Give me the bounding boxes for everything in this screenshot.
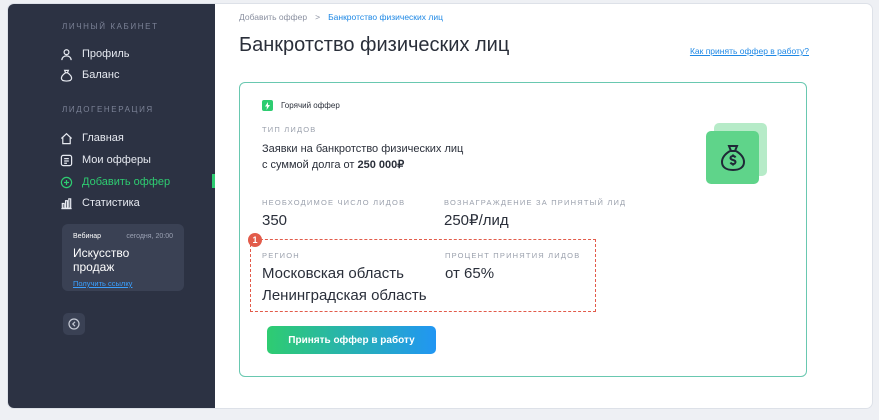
lead-type-label: ТИП ЛИДОВ xyxy=(262,125,317,134)
user-icon xyxy=(61,48,72,60)
webinar-tag: Вебинар xyxy=(73,233,102,240)
lead-type-prefix: с суммой долга от xyxy=(262,159,358,171)
annotation-badge: 1 xyxy=(248,233,262,247)
app-window: ЛИЧНЫЙ КАБИНЕТ Профиль Баланс ЛИДОГЕНЕРА… xyxy=(8,4,872,408)
sidebar-item-balance[interactable]: Баланс xyxy=(60,67,119,83)
home-icon xyxy=(60,132,73,144)
sidebar-item-label: Статистика xyxy=(82,197,140,209)
lead-type-line-2: с суммой долга от 250 000₽ xyxy=(262,157,463,173)
lead-type-value: Заявки на банкротство физических лиц с с… xyxy=(262,141,463,173)
reward-value: 250₽/лид xyxy=(444,212,509,229)
webinar-title: Искусство продаж xyxy=(73,246,130,274)
leads-needed-label: НЕОБХОДИМОЕ ЧИСЛО ЛИДОВ xyxy=(262,198,406,207)
offer-card: Горячий оффер ТИП ЛИДОВ Заявки на банкро… xyxy=(239,82,807,377)
region-value-2: Ленинградская область xyxy=(262,287,427,304)
breadcrumb: Добавить оффер > Банкротство физических … xyxy=(239,12,443,22)
reward-label: ВОЗНАГРАЖДЕНИЕ ЗА ПРИНЯТЫЙ ЛИД xyxy=(444,198,627,207)
breadcrumb-parent[interactable]: Добавить оффер xyxy=(239,12,307,22)
sidebar-section-account: ЛИЧНЫЙ КАБИНЕТ xyxy=(62,22,159,31)
accept-rate-label: ПРОЦЕНТ ПРИНЯТИЯ ЛИДОВ xyxy=(445,251,581,260)
sidebar-section-leads: ЛИДОГЕНЕРАЦИЯ xyxy=(62,105,154,114)
lead-type-amount: 250 000₽ xyxy=(357,159,405,171)
collapse-sidebar-button[interactable] xyxy=(63,313,85,335)
hot-offer-label: Горячий оффер xyxy=(281,101,340,110)
lightning-icon xyxy=(262,100,273,111)
sidebar-item-label: Баланс xyxy=(82,69,120,81)
sidebar-item-my-offers[interactable]: Мои офферы xyxy=(60,152,151,168)
region-label: РЕГИОН xyxy=(262,251,300,260)
sidebar-item-stats[interactable]: Статистика xyxy=(60,195,140,211)
money-bag-illustration xyxy=(706,131,759,184)
how-to-accept-offer-link[interactable]: Как принять оффер в работу? xyxy=(690,46,809,56)
webinar-card: Вебинар сегодня, 20:00 Искусство продаж … xyxy=(62,224,184,291)
lead-type-line-1: Заявки на банкротство физических лиц xyxy=(262,143,464,155)
plus-circle-icon xyxy=(60,176,73,188)
bar-chart-icon xyxy=(61,197,72,209)
page-title: Банкротство физических лиц xyxy=(239,34,510,56)
offers-list-icon xyxy=(60,154,73,166)
sidebar-item-profile[interactable]: Профиль xyxy=(60,46,130,62)
sidebar-item-label: Добавить оффер xyxy=(82,176,171,188)
sidebar-item-label: Профиль xyxy=(82,48,130,60)
accept-rate-value: от 65% xyxy=(445,265,495,282)
sidebar-item-label: Мои офферы xyxy=(82,154,151,166)
breadcrumb-separator: > xyxy=(315,12,321,22)
money-bag-icon xyxy=(720,144,745,171)
hot-offer-badge: Горячий оффер xyxy=(262,100,340,111)
webinar-get-link[interactable]: Получить ссылку xyxy=(73,279,173,288)
sidebar-item-home[interactable]: Главная xyxy=(60,130,124,146)
main-content: Добавить оффер > Банкротство физических … xyxy=(215,4,872,408)
leads-needed-value: 350 xyxy=(262,212,288,229)
sidebar-item-add-offer[interactable]: Добавить оффер xyxy=(60,174,170,190)
money-bag-icon xyxy=(60,69,73,82)
webinar-time: сегодня, 20:00 xyxy=(126,233,173,240)
accept-offer-button[interactable]: Принять оффер в работу xyxy=(267,326,436,354)
chevron-left-icon xyxy=(68,318,80,330)
sidebar-item-label: Главная xyxy=(82,132,124,144)
sidebar: ЛИЧНЫЙ КАБИНЕТ Профиль Баланс ЛИДОГЕНЕРА… xyxy=(8,4,215,408)
region-value-1: Московская область xyxy=(262,265,404,282)
breadcrumb-current: Банкротство физических лиц xyxy=(328,12,443,22)
